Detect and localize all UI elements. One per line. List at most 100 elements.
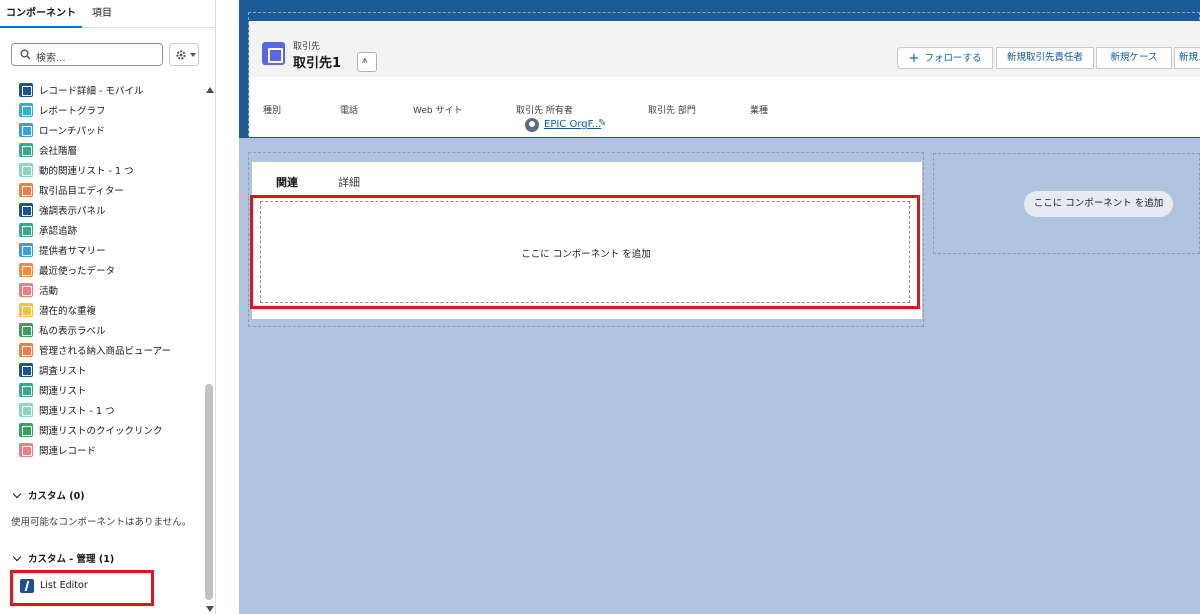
list-item[interactable]: 承認追跡	[0, 220, 200, 240]
field-phone: 電話	[340, 106, 359, 116]
list-item[interactable]: 管理される納入商品ビューアー	[0, 340, 200, 360]
scroll-down-arrow[interactable]	[206, 606, 214, 612]
record-detail-icon	[19, 83, 33, 97]
list-item[interactable]: 潜在的な重複	[0, 300, 200, 320]
component-label: 管理される納入商品ビューアー	[39, 346, 172, 357]
settings-menu-button[interactable]	[169, 43, 199, 66]
component-label: レポートグラフ	[39, 106, 106, 117]
object-type: 取引先	[293, 42, 321, 52]
panel-tabs: コンポーネント 項目	[0, 0, 216, 28]
list-item[interactable]: 調査リスト	[0, 360, 200, 380]
component-label: 私の表示ラベル	[39, 326, 106, 337]
section-custom[interactable]: カスタム (0)	[12, 488, 85, 502]
record-name: 取引先1	[293, 56, 342, 71]
list-item[interactable]: 動的関連リスト - 1 つ	[0, 160, 200, 180]
list-item[interactable]: 提供者サマリー	[0, 240, 200, 260]
list-item[interactable]: 私の表示ラベル	[0, 320, 200, 340]
chart-icon	[19, 103, 33, 117]
field-division: 取引先 部門	[648, 106, 696, 116]
record-header-region[interactable]: 取引先 取引先1 + フォローする 新規取引先責任者 新規ケース 新規メ 種別 電…	[248, 12, 1200, 137]
highlights-icon	[19, 203, 33, 217]
component-label: 取引品目エディター	[39, 186, 124, 197]
owner-link[interactable]: EPIC OrgF...	[544, 119, 601, 130]
product-editor-icon	[19, 183, 33, 197]
label-icon	[19, 323, 33, 337]
component-label: 承認追跡	[39, 226, 78, 237]
tab-related[interactable]: 関連	[266, 174, 314, 197]
hierarchy-button[interactable]	[357, 52, 377, 72]
plus-icon: +	[908, 51, 920, 66]
list-item[interactable]: レコード詳細 - モバイル	[0, 80, 200, 100]
account-icon	[262, 42, 285, 65]
avatar	[525, 118, 539, 132]
chevron-down-icon	[12, 552, 22, 562]
main-region: 関連 詳細 ここに コンポーネント を追加	[248, 152, 924, 327]
list-item[interactable]: 関連リスト	[0, 380, 200, 400]
sidebar-dropzone-button[interactable]: ここに コンポーネント を追加	[1024, 191, 1173, 217]
section-custom-managed[interactable]: カスタム - 管理 (1)	[12, 551, 115, 565]
custom-empty-message: 使用可能なコンポーネントはありません。	[11, 517, 192, 528]
component-label: 活動	[39, 286, 59, 297]
component-list: レコード詳細 - モバイル レポートグラフ ローンチパッド 会社階層動的関連リスト -…	[0, 80, 200, 460]
list-item[interactable]: 関連レコード	[0, 440, 200, 460]
field-industry: 業種	[750, 106, 769, 116]
component-label: ローンチパッド	[39, 126, 106, 137]
list-item[interactable]: レポートグラフ	[0, 100, 200, 120]
component-label: 提供者サマリー	[39, 246, 106, 257]
owner-value: EPIC OrgF... ✎	[525, 117, 615, 133]
scrollbar-thumb[interactable]	[205, 384, 213, 600]
new-case-button[interactable]: 新規ケース	[1096, 47, 1172, 69]
change-owner-icon[interactable]: ✎	[598, 118, 606, 129]
list-item[interactable]: 最近使ったデータ	[0, 260, 200, 280]
component-label: 潜在的な重複	[39, 306, 97, 317]
search-icon	[20, 49, 31, 60]
new-contact-button[interactable]: 新規取引先責任者	[996, 47, 1094, 69]
list-item[interactable]: 関連リストのクイックリンク	[0, 420, 200, 440]
list-item[interactable]: 活動	[0, 280, 200, 300]
list-item[interactable]: 会社階層	[0, 140, 200, 160]
list-item[interactable]: 取引品目エディター	[0, 180, 200, 200]
page-canvas: 取引先 取引先1 + フォローする 新規取引先責任者 新規ケース 新規メ 種別 電…	[239, 0, 1200, 614]
components-panel: コンポーネント 項目 検索... レコード詳細 - モバイル レポートグラフ ローン…	[0, 0, 216, 614]
component-label: 動的関連リスト - 1 つ	[39, 166, 134, 177]
component-label: レコード詳細 - モバイル	[39, 86, 144, 97]
new-more-button[interactable]: 新規メ	[1174, 47, 1200, 69]
search-input[interactable]: 検索...	[11, 43, 163, 66]
asset-viewer-icon	[19, 343, 33, 357]
provider-icon	[19, 243, 33, 257]
list-item[interactable]: 関連リスト - 1 つ	[0, 400, 200, 420]
component-label: 会社階層	[39, 146, 78, 157]
field-owner: 取引先 所有者	[516, 106, 573, 116]
list-item[interactable]: 強調表示パネル	[0, 200, 200, 220]
related-record-icon	[19, 443, 33, 457]
duplicate-icon	[19, 303, 33, 317]
related-list-icon	[19, 403, 33, 417]
follow-label: フォローする	[924, 53, 982, 64]
approval-icon	[19, 223, 33, 237]
main-dropzone[interactable]: ここに コンポーネント を追加	[250, 195, 920, 309]
chevron-down-icon	[12, 489, 22, 499]
dropzone-text: ここに コンポーネント を追加	[521, 249, 651, 260]
tab-fields[interactable]: 項目	[92, 0, 112, 28]
tab-details[interactable]: 詳細	[338, 174, 360, 190]
section-custom-managed-label: カスタム - 管理 (1)	[28, 554, 115, 565]
dropzone-border: ここに コンポーネント を追加	[260, 201, 910, 303]
follow-button[interactable]: + フォローする	[897, 47, 993, 69]
component-label: 関連レコード	[39, 446, 97, 457]
list-editor-component[interactable]: List Editor	[10, 570, 154, 606]
quicklink-icon	[19, 423, 33, 437]
sidebar-region[interactable]: ここに コンポーネント を追加	[933, 153, 1200, 254]
tab-components[interactable]: コンポーネント	[0, 0, 82, 28]
field-type: 種別	[263, 106, 282, 116]
scroll-up-arrow[interactable]	[206, 87, 214, 93]
activity-icon	[19, 283, 33, 297]
chevron-down-icon	[190, 53, 196, 57]
section-custom-label: カスタム (0)	[28, 491, 85, 502]
component-label: 関連リスト - 1 つ	[39, 406, 115, 417]
hierarchy-icon	[19, 143, 33, 157]
clock-icon	[19, 263, 33, 277]
search-placeholder: 検索...	[36, 53, 66, 64]
list-item[interactable]: ローンチパッド	[0, 120, 200, 140]
grid-icon	[19, 123, 33, 137]
component-label: 関連リスト	[39, 386, 87, 397]
